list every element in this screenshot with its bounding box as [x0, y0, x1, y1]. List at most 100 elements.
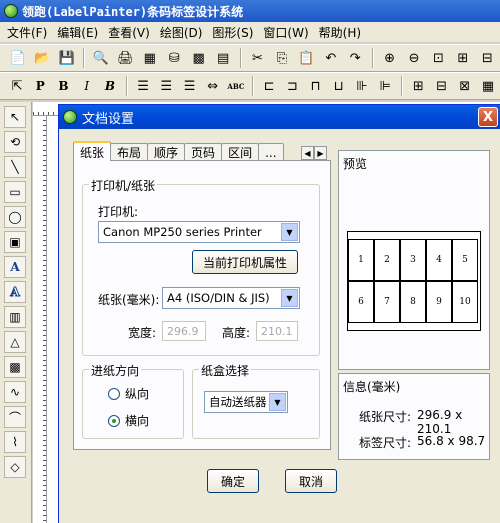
app-title: 领跑(LabelPainter)条码标签设计系统 [22, 4, 244, 19]
align-left-icon[interactable]: ☰ [132, 75, 154, 97]
align-right-icon[interactable]: ☰ [178, 75, 200, 97]
grid-icon[interactable]: ▩ [187, 47, 210, 69]
menu-view[interactable]: 查看(V) [103, 24, 155, 41]
paper-size-select[interactable]: A4 (ISO/DIN & JIS) ▼ [162, 287, 300, 309]
landscape-radio[interactable]: 横向 [108, 412, 149, 429]
tab-order[interactable]: 顺序 [147, 143, 186, 161]
align-top-edges-icon[interactable]: ⊓ [304, 75, 326, 97]
save-icon[interactable]: 💾 [55, 47, 78, 69]
preview-label-cell: 2 [374, 239, 400, 281]
polyline-icon[interactable]: ⌇ [4, 431, 26, 453]
calculator-icon[interactable]: ▤ [211, 47, 234, 69]
undo-icon[interactable]: ↶ [319, 47, 342, 69]
image-icon[interactable]: ▣ [4, 231, 26, 253]
same-width-icon[interactable]: ⊞ [407, 75, 429, 97]
tab-layout[interactable]: 布局 [110, 143, 149, 161]
curve-icon[interactable]: ∿ [4, 381, 26, 403]
select-arrow-icon[interactable]: ↖ [4, 106, 26, 128]
menu-edit[interactable]: 编辑(E) [52, 24, 103, 41]
new-file-icon[interactable]: 📄 [6, 47, 29, 69]
art-text-tool-icon[interactable]: A [4, 281, 26, 303]
print-icon[interactable]: 🖨 [114, 47, 137, 69]
preview-label-cell: 9 [426, 281, 452, 323]
paste-icon[interactable]: 📋 [295, 47, 318, 69]
bold-p-button[interactable]: P [29, 75, 51, 97]
app-logo-icon [4, 4, 18, 18]
paper-tray-select-value: 自动送纸器 [209, 395, 267, 409]
text-tool-icon[interactable]: A [4, 256, 26, 278]
zoom-actual-icon[interactable]: ⊟ [476, 47, 499, 69]
same-height-icon[interactable]: ⊟ [430, 75, 452, 97]
italic-button[interactable]: I [76, 75, 98, 97]
align-centers-icon[interactable]: ⊐ [281, 75, 303, 97]
qrcode-icon[interactable]: ▩ [4, 356, 26, 378]
bold-italic-button[interactable]: B [99, 75, 121, 97]
menu-file[interactable]: 文件(F) [2, 24, 52, 41]
height-label: 高度: [222, 326, 251, 340]
ok-button[interactable]: 确定 [207, 469, 259, 493]
bold-button[interactable]: B [52, 75, 74, 97]
close-button[interactable]: X [478, 107, 498, 127]
barcode-icon[interactable]: ▥ [4, 306, 26, 328]
rectangle-icon[interactable]: ▭ [4, 181, 26, 203]
label-size-info-value: 56.8 x 98.7 [417, 434, 486, 448]
zoom-out-icon[interactable]: ⊖ [402, 47, 425, 69]
abc-button[interactable]: ABC [225, 75, 247, 97]
cancel-button[interactable]: 取消 [285, 469, 337, 493]
grid-arrange-icon[interactable]: ▦ [477, 75, 499, 97]
paper-tray-select[interactable]: 自动送纸器 ▼ [204, 391, 288, 413]
preview-title: 预览 [343, 157, 368, 171]
chevron-down-icon[interactable]: ▼ [281, 223, 298, 241]
landscape-label: 横向 [125, 414, 150, 428]
menu-shape[interactable]: 图形(S) [207, 24, 258, 41]
dialog-title-bar[interactable]: 文档设置 X [59, 105, 500, 129]
height-input[interactable]: 210.1 [256, 321, 298, 341]
copy-icon[interactable]: ⎘ [270, 47, 293, 69]
preview-label-cell: 3 [400, 239, 426, 281]
align-bottom-edges-icon[interactable]: ⊔ [328, 75, 350, 97]
tab-scroll-right-icon[interactable]: ▶ [314, 146, 327, 160]
menu-draw[interactable]: 绘图(D) [155, 24, 208, 41]
database-icon[interactable]: ⛁ [163, 47, 186, 69]
menu-help[interactable]: 帮助(H) [314, 24, 366, 41]
distribute-h-icon[interactable]: ⊪ [351, 75, 373, 97]
open-folder-icon[interactable]: 📂 [30, 47, 53, 69]
zoom-fit-icon[interactable]: ⊡ [427, 47, 450, 69]
zoom-in-icon[interactable]: ⊕ [378, 47, 401, 69]
printer-paper-group-label: 打印机/纸张 [89, 177, 158, 194]
char-spacing-icon[interactable]: ⇔ [202, 75, 224, 97]
portrait-radio[interactable]: 纵向 [108, 385, 149, 402]
chevron-down-icon[interactable]: ▼ [281, 289, 298, 307]
distribute-v-icon[interactable]: ⊫ [374, 75, 396, 97]
polygon-icon[interactable]: △ [4, 331, 26, 353]
toolbar-separator [401, 76, 404, 96]
line-icon[interactable]: ╲ [4, 156, 26, 178]
rotate-icon[interactable]: ⟲ [4, 131, 26, 153]
chevron-down-icon[interactable]: ▼ [269, 393, 286, 411]
print-preview-icon[interactable]: 🔍 [89, 47, 112, 69]
redo-icon[interactable]: ↷ [343, 47, 366, 69]
tab-page-number[interactable]: 页码 [184, 143, 223, 161]
pointer-icon[interactable]: ⇱ [6, 75, 28, 97]
tab-paper[interactable]: 纸张 [73, 141, 112, 161]
menu-window[interactable]: 窗口(W) [258, 24, 313, 41]
paper-size-info-label: 纸张尺寸: [359, 410, 412, 424]
same-size-icon[interactable]: ⊠ [454, 75, 476, 97]
page-setup-icon[interactable]: ▦ [138, 47, 161, 69]
tab-range[interactable]: 区间 [221, 143, 260, 161]
diamond-icon[interactable]: ◇ [4, 456, 26, 478]
printer-select[interactable]: Canon MP250 series Printer ▼ [98, 221, 300, 243]
width-label: 宽度: [128, 326, 157, 340]
ellipse-icon[interactable]: ◯ [4, 206, 26, 228]
cut-icon[interactable]: ✂ [246, 47, 269, 69]
arc-icon[interactable]: ⌒ [4, 406, 26, 428]
tab-more[interactable]: ... [258, 143, 284, 161]
align-center-icon[interactable]: ☰ [155, 75, 177, 97]
format-toolbar: ⇱ P B I B ☰ ☰ ☰ ⇔ ABC ⊏ ⊐ ⊓ ⊔ ⊪ ⊫ ⊞ ⊟ ⊠ … [0, 72, 500, 100]
align-left-edges-icon[interactable]: ⊏ [258, 75, 280, 97]
tab-scroll-left-icon[interactable]: ◀ [301, 146, 314, 160]
zoom-page-icon[interactable]: ⊞ [451, 47, 474, 69]
toolbar-separator [83, 48, 86, 68]
printer-properties-button[interactable]: 当前打印机属性 [192, 250, 298, 274]
width-input[interactable]: 296.9 [162, 321, 206, 341]
